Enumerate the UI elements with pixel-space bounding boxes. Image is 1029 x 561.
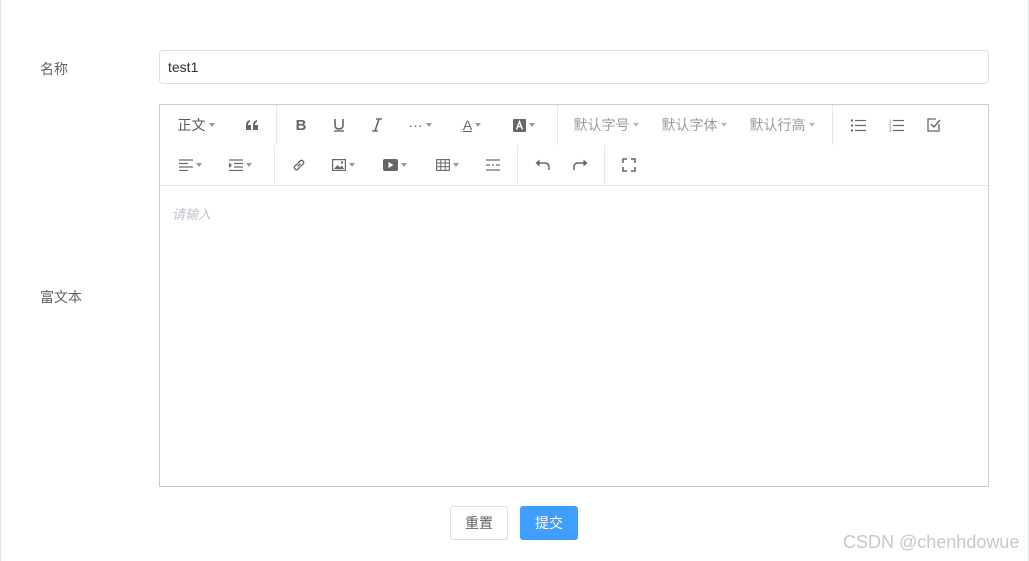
font-color-icon: A <box>462 117 473 133</box>
checkbox-icon <box>927 118 941 132</box>
toolbar-row-2 <box>160 145 988 185</box>
name-input[interactable] <box>159 50 989 84</box>
rich-text-editor: 正文 B ··· A 默认字号 默认字体 默认行高 1 2 3 请输入 <box>159 104 989 487</box>
insert-link-button[interactable] <box>284 145 314 185</box>
bg-color-dropdown[interactable] <box>508 105 540 145</box>
font-family-dropdown[interactable]: 默认字体 <box>661 105 727 145</box>
font-color-dropdown[interactable]: A <box>456 105 488 145</box>
chevron-down-icon <box>195 163 202 167</box>
name-label: 名称 <box>40 61 68 77</box>
insert-video-dropdown[interactable] <box>378 145 412 185</box>
toolbar-divider <box>274 145 275 185</box>
toolbar-divider <box>557 105 558 145</box>
font-size-label: 默认字号 <box>573 117 630 133</box>
watermark: CSDN @chenhdowue <box>843 532 1020 552</box>
todo-button[interactable] <box>918 105 950 145</box>
horizontal-rule-icon <box>486 159 500 171</box>
line-height-label: 默认行高 <box>749 117 806 133</box>
chevron-down-icon <box>245 163 252 167</box>
numbered-list-button[interactable]: 123 <box>880 105 912 145</box>
link-icon <box>293 159 305 171</box>
paragraph-dropdown[interactable]: 正文 <box>172 105 220 145</box>
chevron-down-icon <box>720 123 727 127</box>
video-icon <box>383 159 398 171</box>
chevron-down-icon <box>425 123 432 127</box>
editor-content-area[interactable]: 请输入 <box>160 186 988 486</box>
fullscreen-icon <box>622 158 636 172</box>
chevron-down-icon <box>632 123 639 127</box>
svg-text:3: 3 <box>889 128 892 132</box>
chevron-down-icon <box>529 123 535 127</box>
toolbar-divider <box>276 105 277 145</box>
toolbar-row-1: 正文 B ··· A 默认字号 默认字体 默认行高 1 2 3 <box>160 105 988 145</box>
reset-button[interactable]: 重置 <box>450 506 508 540</box>
chevron-down-icon <box>208 123 215 127</box>
quote-icon <box>246 120 258 130</box>
redo-icon <box>572 159 587 170</box>
font-family-label: 默认字体 <box>661 117 718 133</box>
chevron-down-icon <box>401 163 407 167</box>
redo-button[interactable] <box>565 145 595 185</box>
underline-icon <box>334 119 344 132</box>
chevron-down-icon <box>452 163 459 167</box>
line-height-dropdown[interactable]: 默认行高 <box>749 105 815 145</box>
bold-button[interactable]: B <box>286 105 316 145</box>
insert-table-dropdown[interactable] <box>430 145 464 185</box>
italic-button[interactable] <box>362 105 392 145</box>
undo-button[interactable] <box>527 145 557 185</box>
toolbar-divider <box>604 145 605 185</box>
numbered-list-icon: 123 <box>889 119 904 132</box>
more-icon: ··· <box>408 117 423 133</box>
indent-dropdown[interactable] <box>222 145 258 185</box>
editor-toolbar: 正文 B ··· A 默认字号 默认字体 默认行高 1 2 3 <box>160 105 988 186</box>
bulleted-list-button[interactable] <box>842 105 874 145</box>
align-left-icon <box>178 159 193 171</box>
quote-button[interactable] <box>236 105 268 145</box>
editor-placeholder: 请输入 <box>172 207 212 222</box>
background-color-icon <box>513 118 526 132</box>
page-left-border <box>0 0 1 561</box>
toolbar-divider <box>517 145 518 185</box>
table-icon <box>435 159 450 171</box>
fullscreen-button[interactable] <box>614 145 644 185</box>
bulleted-list-icon <box>850 119 866 131</box>
justify-dropdown[interactable] <box>172 145 208 185</box>
indent-icon <box>228 159 243 171</box>
more-styles-dropdown[interactable]: ··· <box>404 105 436 145</box>
bold-icon: B <box>295 116 307 134</box>
chevron-down-icon <box>808 123 815 127</box>
italic-icon <box>372 118 382 132</box>
chevron-down-icon <box>475 123 482 127</box>
toolbar-divider <box>832 105 833 145</box>
paragraph-dropdown-label: 正文 <box>177 117 206 133</box>
rich-text-label: 富文本 <box>40 289 82 305</box>
submit-button[interactable]: 提交 <box>520 506 578 540</box>
undo-icon <box>535 159 550 170</box>
insert-image-dropdown[interactable] <box>326 145 360 185</box>
chevron-down-icon <box>348 163 355 167</box>
font-size-dropdown[interactable]: 默认字号 <box>573 105 639 145</box>
image-icon <box>331 159 346 171</box>
divider-button[interactable] <box>478 145 508 185</box>
underline-button[interactable] <box>324 105 354 145</box>
